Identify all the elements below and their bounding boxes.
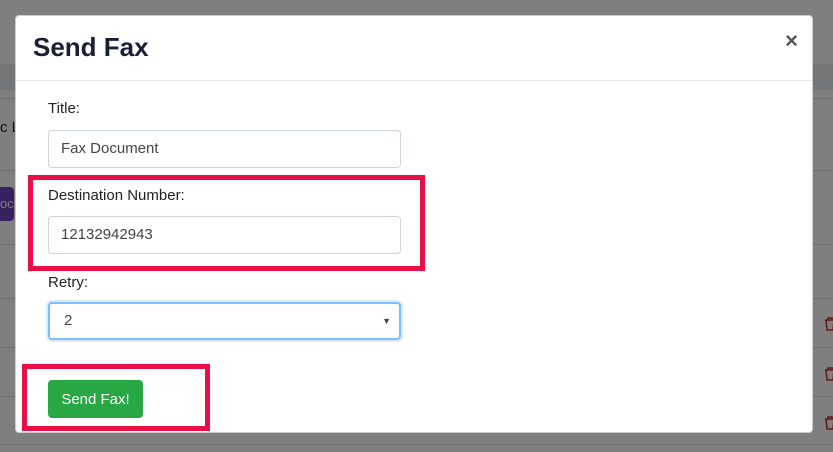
modal-header: Send Fax × [16, 16, 812, 81]
modal-title: Send Fax [33, 32, 149, 62]
retry-select-value: 2 [64, 312, 73, 329]
retry-select[interactable]: 2 ▼ [48, 302, 401, 340]
destination-number-label: Destination Number: [48, 187, 185, 204]
retry-label: Retry: [48, 274, 89, 291]
chevron-down-icon: ▼ [382, 316, 391, 326]
close-icon[interactable]: × [785, 30, 798, 52]
title-input[interactable]: Fax Document [48, 130, 401, 168]
title-label: Title: [48, 100, 80, 117]
send-fax-button[interactable]: Send Fax! [48, 380, 143, 418]
send-fax-modal: Send Fax × Title: Fax Document Destinati… [15, 15, 813, 433]
destination-number-input[interactable]: 12132942943 [48, 216, 401, 254]
